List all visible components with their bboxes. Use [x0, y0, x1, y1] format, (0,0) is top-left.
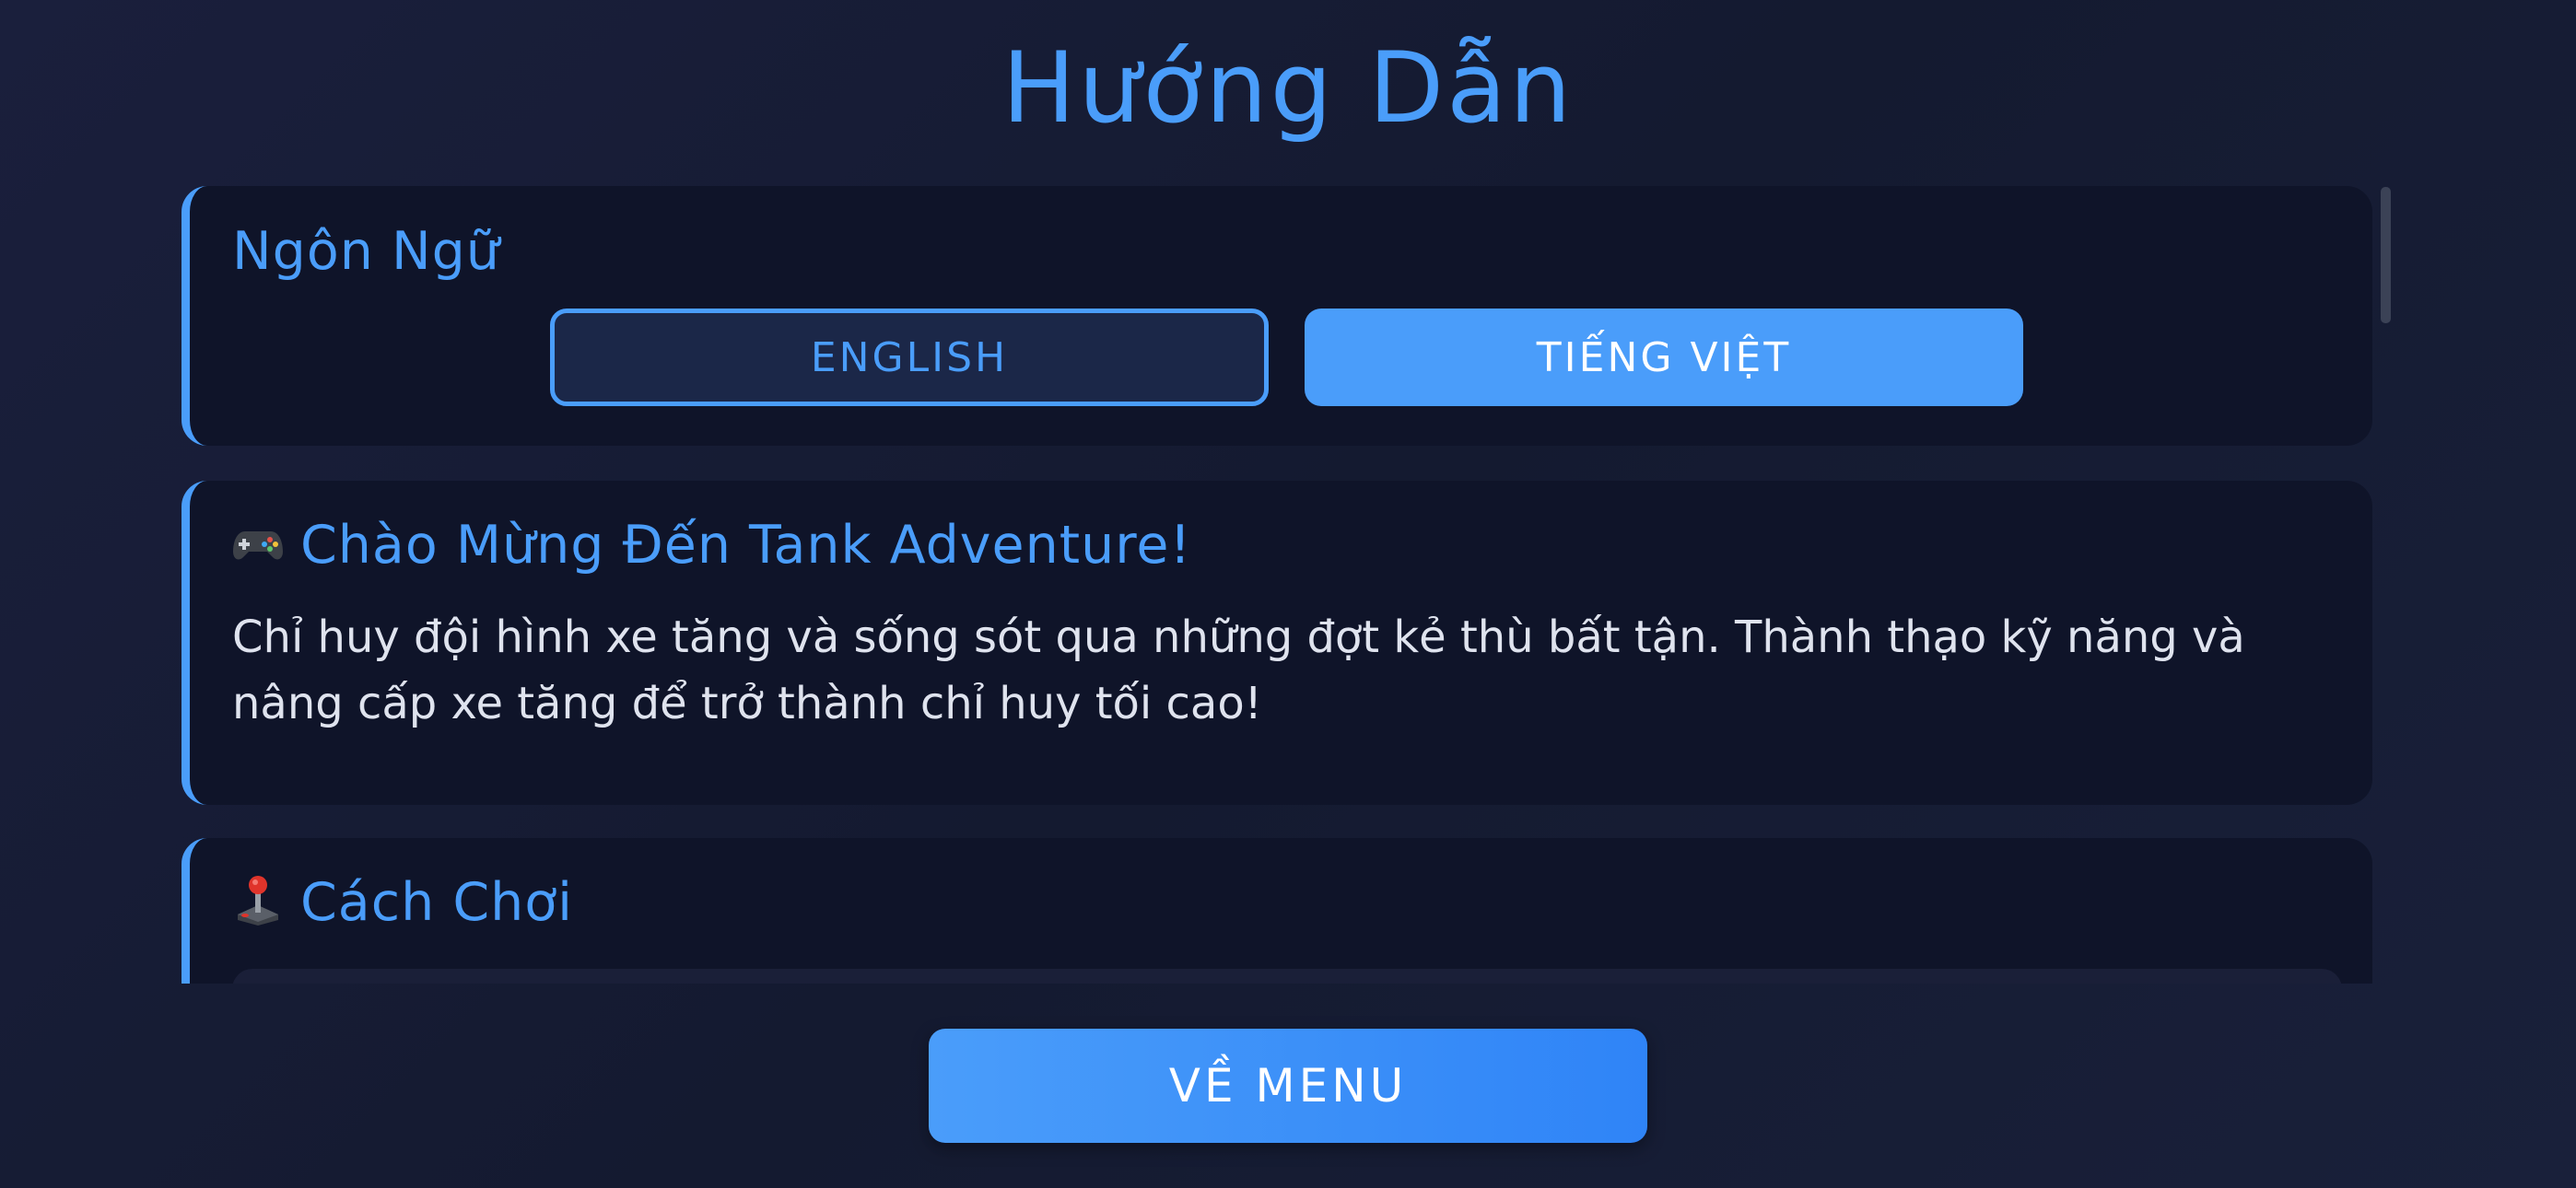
page-title: Hướng Dẫn — [1001, 31, 1575, 145]
howto-card: Cách Chơi — [181, 838, 2372, 984]
welcome-card-heading: Chào Mừng Đến Tank Adventure! — [232, 513, 1191, 577]
vietnamese-button[interactable]: TIẾNG VIỆT — [1305, 309, 2023, 406]
language-card-title: Ngôn Ngữ — [232, 221, 500, 282]
welcome-card: Chào Mừng Đến Tank Adventure! Chỉ huy độ… — [181, 481, 2372, 805]
language-card: Ngôn Ngữ ENGLISH TIẾNG VIỆT — [181, 186, 2372, 446]
howto-steps-box — [232, 969, 2342, 984]
welcome-card-title: Chào Mừng Đến Tank Adventure! — [300, 515, 1192, 576]
howto-card-title: Cách Chơi — [300, 872, 573, 933]
scrollbar-thumb[interactable] — [2381, 187, 2391, 323]
guide-scroll-area[interactable]: Ngôn Ngữ ENGLISH TIẾNG VIỆT Chào Mừng Đế… — [181, 186, 2372, 984]
welcome-card-text: Chỉ huy đội hình xe tăng và sống sót qua… — [232, 611, 2245, 729]
back-to-menu-button[interactable]: VỀ MENU — [929, 1029, 1647, 1143]
gamepad-icon — [233, 531, 283, 560]
joystick-icon — [238, 876, 278, 926]
howto-card-heading: Cách Chơi — [232, 870, 573, 935]
english-button[interactable]: ENGLISH — [550, 309, 1269, 406]
